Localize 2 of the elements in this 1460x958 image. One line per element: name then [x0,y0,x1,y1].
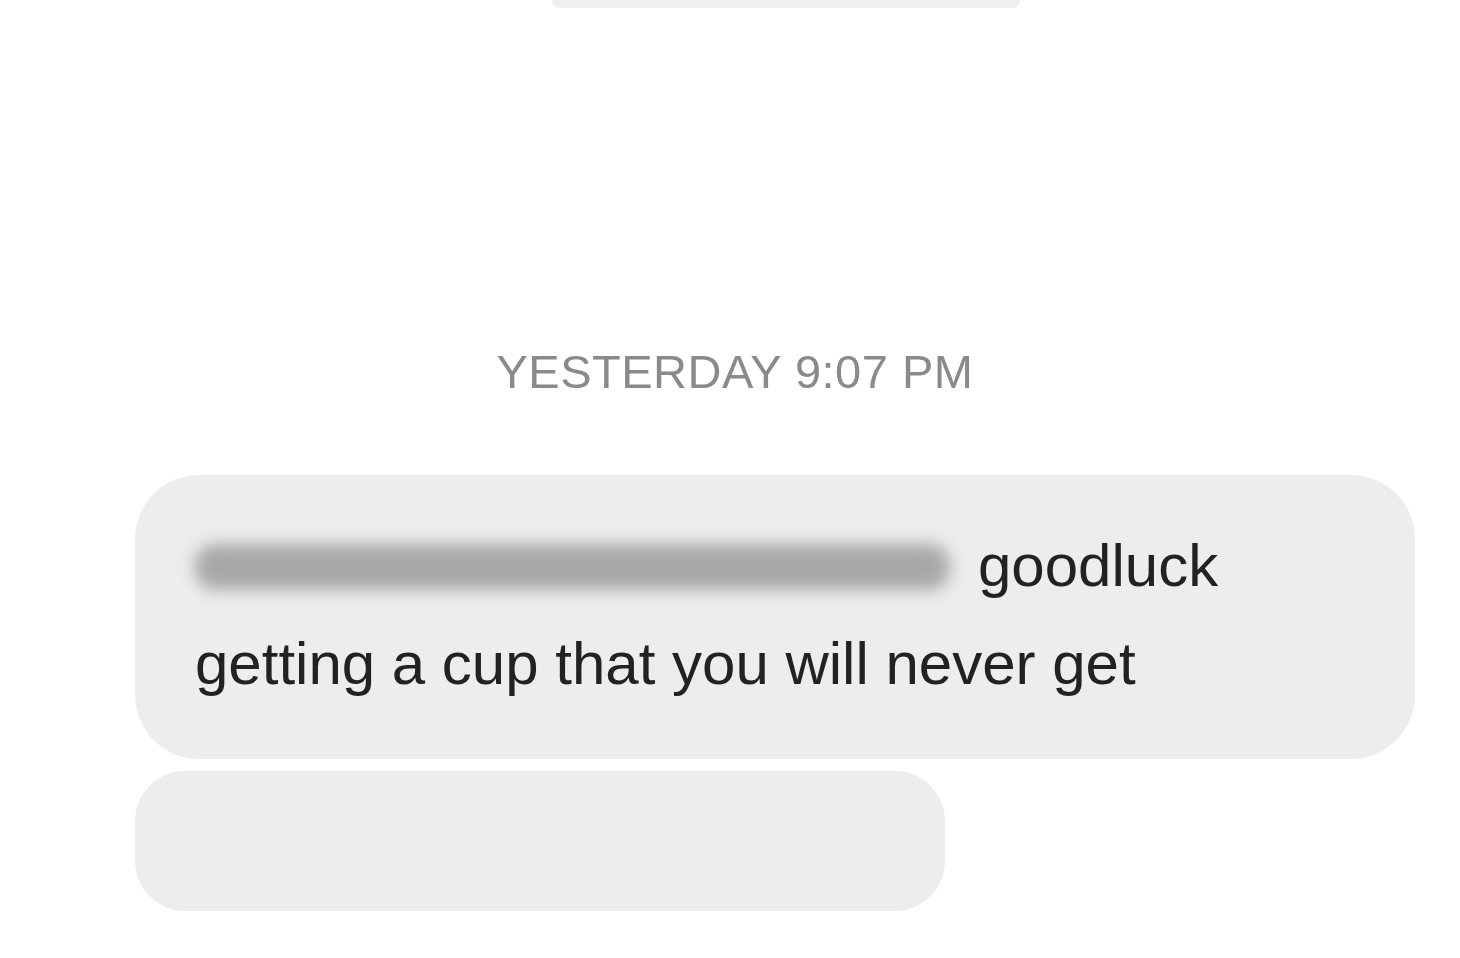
message-bubble: goodluck getting a cup that you will never get [135,475,1415,759]
message-timestamp: YESTERDAY 9:07 PM [496,344,974,399]
